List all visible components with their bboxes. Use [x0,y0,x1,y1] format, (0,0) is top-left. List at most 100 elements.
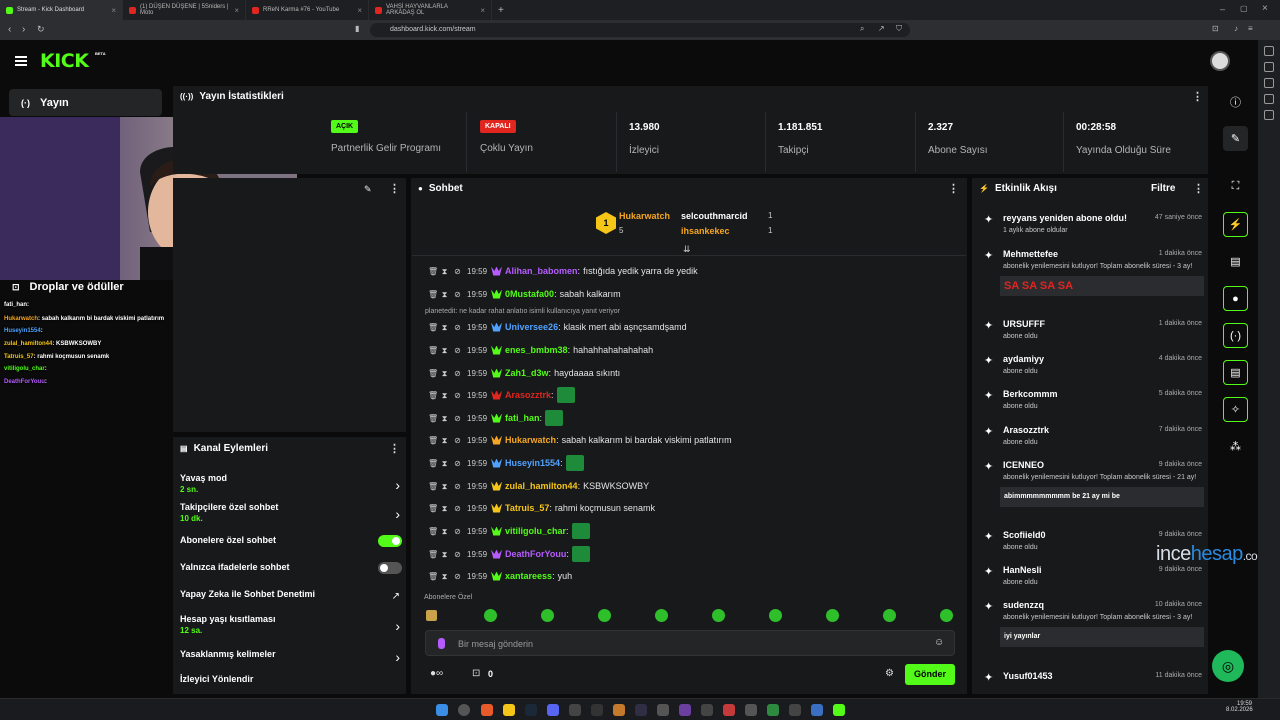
app-icon[interactable] [613,704,625,716]
gifter-name[interactable]: ihsankekec [681,226,730,236]
close-tab-icon[interactable]: × [234,6,239,15]
chevron-right-icon[interactable]: › [395,477,400,493]
minimize-icon[interactable]: – [1220,4,1225,14]
bookmark-icon[interactable]: ▮ [355,24,359,33]
delete-icon[interactable]: 🗑 [428,323,438,332]
app-icon[interactable] [811,704,823,716]
activity-more-icon[interactable]: ⋮ [1193,182,1204,195]
ban-icon[interactable]: ⊘ [454,323,461,332]
channel-action-item[interactable]: Takipçilere özel sohbet 10 dk. › [180,502,402,523]
emote-icon[interactable] [598,609,611,622]
avatar[interactable] [1210,51,1230,71]
obs-icon[interactable] [635,704,647,716]
chat-username[interactable]: zulal_hamilton44 [505,481,578,491]
browser-tab[interactable]: (1) DÜŞEN DÜŞENE | 5Sniders | Moto × [123,0,246,20]
timeout-icon[interactable]: ⧗ [441,527,448,536]
chevron-right-icon[interactable]: › [395,506,400,522]
sidebar-icon[interactable] [1264,62,1274,72]
delete-icon[interactable]: 🗑 [428,550,438,559]
windows-start-icon[interactable] [436,704,448,716]
delete-icon[interactable]: 🗑 [428,267,438,276]
microphone-icon[interactable] [438,638,445,649]
timeout-icon[interactable]: ⧗ [441,414,448,423]
top-gifter-name[interactable]: Hukarwatch [619,211,670,221]
kick-icon[interactable] [833,704,845,716]
ban-icon[interactable]: ⊘ [454,459,461,468]
timeout-icon[interactable]: ⧗ [441,346,448,355]
maximize-icon[interactable]: ▢ [1240,4,1248,13]
menu-icon[interactable]: ≡ [1248,24,1253,33]
emote-icon[interactable] [655,609,668,622]
lightning-icon[interactable]: ⚡ [1223,212,1248,237]
actions-more-icon[interactable]: ⋮ [389,442,400,455]
ban-icon[interactable]: ⊘ [454,346,461,355]
sidebar-icon[interactable] [1264,78,1274,88]
app-icon[interactable] [767,704,779,716]
channel-action-item[interactable]: Yalnızca ifadelerle sohbet [180,562,402,574]
ban-icon[interactable]: ⊘ [454,504,461,513]
forward-icon[interactable]: › [22,24,25,35]
extensions-icon[interactable]: ⊡ [1212,24,1219,33]
info-icon[interactable]: ⓘ [1223,89,1248,114]
ban-icon[interactable]: ⊘ [454,414,461,423]
timeout-icon[interactable]: ⧗ [441,550,448,559]
timeout-icon[interactable]: ⧗ [441,459,448,468]
browser-tab[interactable]: Stream - Kick Dashboard × [0,0,123,20]
ban-icon[interactable]: ⊘ [454,572,461,581]
zoom-icon[interactable]: ⌕ [860,24,864,34]
sidebar-icon[interactable] [1264,46,1274,56]
support-icon[interactable]: ◎ [1212,650,1244,682]
chat-username[interactable]: Hukarwatch [505,435,556,445]
channel-action-item[interactable]: Yasaklanmış kelimeler › [180,649,402,665]
ban-icon[interactable]: ⊘ [454,391,461,400]
browser-tab[interactable]: RReN Karma #76 - YouTube × [246,0,369,20]
timeout-icon[interactable]: ⧗ [441,436,448,445]
ban-icon[interactable]: ⊘ [454,550,461,559]
edit-layout-icon[interactable]: ✎ [1223,126,1248,151]
app-icon[interactable] [789,704,801,716]
chat-more-icon[interactable]: ⋮ [948,182,959,195]
chat-username[interactable]: fati_han [505,413,540,423]
back-icon[interactable]: ‹ [8,24,11,35]
apps-icon[interactable]: ⁂ [1223,434,1248,459]
chevron-right-icon[interactable]: › [395,649,400,665]
chat-username[interactable]: DeathForYouu [505,549,566,559]
ban-icon[interactable]: ⊘ [454,527,461,536]
collapse-gifters-icon[interactable]: ⇊ [683,244,691,255]
timeout-icon[interactable]: ⧗ [441,504,448,513]
send-button[interactable]: Gönder [905,664,955,685]
gift-icon[interactable]: ⊡ [472,668,480,679]
chat-username[interactable]: Alihan_babomen [505,266,578,276]
chat-username[interactable]: Zah1_d3w [505,368,549,378]
shield-icon[interactable]: ⛉ [896,24,902,34]
channel-action-item[interactable]: Hesap yaşı kısıtlaması 12 sa. › [180,614,402,635]
chat-username[interactable]: vitiligolu_char [505,526,566,536]
timeout-icon[interactable]: ⧗ [441,323,448,332]
emote-icon[interactable] [426,610,437,621]
delete-icon[interactable]: 🗑 [428,504,438,513]
music-icon[interactable]: ♪ [1234,24,1238,33]
emote-only-toggle[interactable] [378,562,402,574]
emote-picker-icon[interactable]: ●∞ [430,668,443,679]
chat-username[interactable]: Universee26 [505,322,558,332]
steam-icon[interactable] [525,704,537,716]
folder-icon[interactable] [503,704,515,716]
chat-settings-icon[interactable]: ⚙ [885,668,894,679]
emote-icon[interactable] [769,609,782,622]
external-link-icon[interactable]: ↗ [392,591,400,602]
app-icon[interactable] [657,704,669,716]
app-icon[interactable] [679,704,691,716]
reload-icon[interactable]: ↻ [37,24,45,35]
timeout-icon[interactable]: ⧗ [441,482,448,491]
focus-icon[interactable]: ⛶ [1223,174,1248,199]
hamburger-menu-icon[interactable] [15,56,27,68]
preview-more-icon[interactable]: ⋮ [389,182,400,195]
url-field[interactable]: dashboard.kick.com/stream [370,23,910,37]
emote-icon[interactable] [940,609,953,622]
chat-username[interactable]: Huseyin1554 [505,458,560,468]
wrench-icon[interactable]: ✧ [1223,397,1248,422]
emote-icon[interactable] [883,609,896,622]
delete-icon[interactable]: 🗑 [428,482,438,491]
broadcast-icon[interactable]: (·) [1223,323,1248,348]
chat-username[interactable]: 0Mustafa00 [505,289,554,299]
